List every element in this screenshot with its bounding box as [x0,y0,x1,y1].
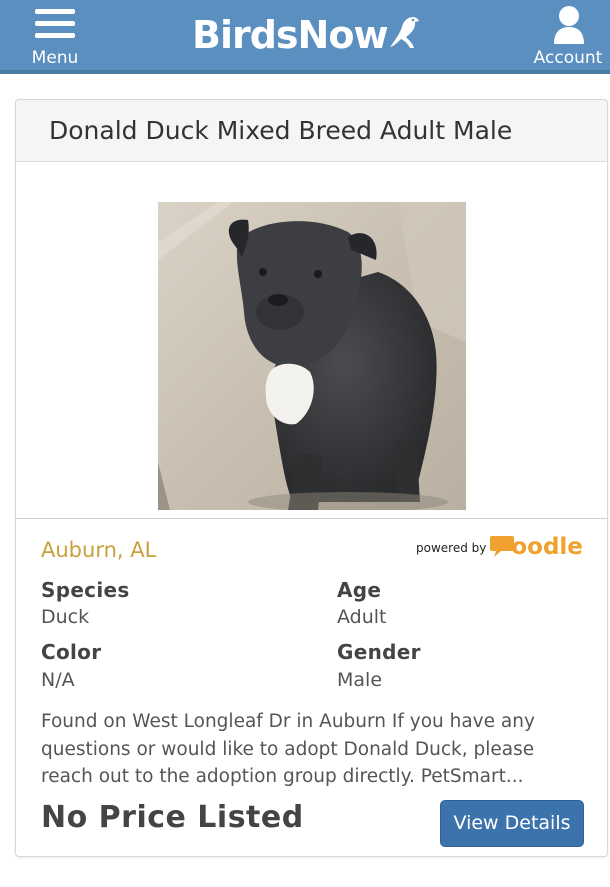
listing-location: Auburn, AL [41,538,157,562]
oodle-brand-text: oodle [511,534,583,560]
bird-icon [389,17,419,48]
user-icon [554,6,584,44]
color-value: N/A [41,669,75,691]
pet-photo[interactable] [158,202,466,510]
species-label: Species [41,578,130,602]
photo-area [16,162,607,519]
listing-title[interactable]: Donald Duck Mixed Breed Adult Male [49,116,512,145]
listing-price: No Price Listed [41,800,304,835]
hamburger-icon [35,9,75,41]
site-logo[interactable]: BirdsNow [192,10,420,60]
powered-by-text: powered by [416,541,487,555]
menu-label: Menu [31,48,79,68]
listing-description: Found on West Longleaf Dr in Auburn If y… [41,711,535,787]
listing-card: Donald Duck Mixed Breed Adult Male Aubur… [15,99,608,857]
logo-text: BirdsNow [192,13,389,57]
top-nav-bar: Menu BirdsNow Account [0,0,610,74]
color-label: Color [41,640,102,664]
menu-button[interactable]: Menu [24,4,86,70]
view-details-button[interactable]: View Details [440,800,584,847]
species-value: Duck [41,606,90,628]
age-label: Age [337,578,382,602]
gender-label: Gender [337,640,421,664]
card-header: Donald Duck Mixed Breed Adult Male [16,100,607,162]
account-button[interactable]: Account [530,2,606,70]
account-label: Account [533,48,603,68]
age-value: Adult [337,606,387,628]
powered-by-oodle[interactable]: powered by oodle [416,530,584,560]
gender-value: Male [337,669,383,691]
